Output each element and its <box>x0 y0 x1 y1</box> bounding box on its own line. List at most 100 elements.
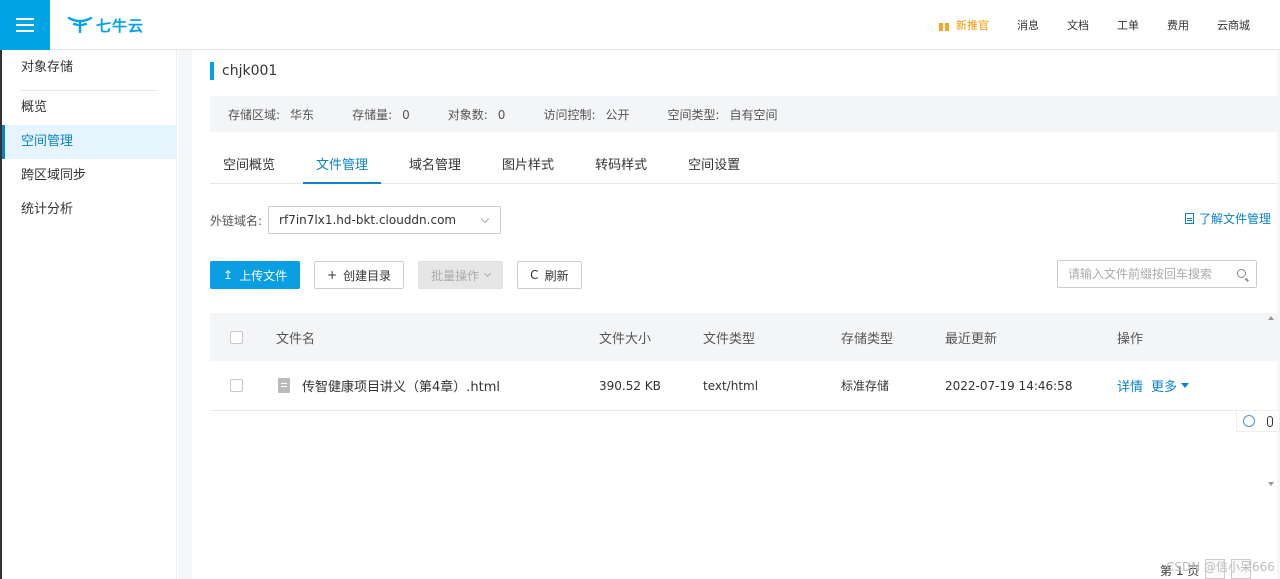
info-access: 访问控制: 公开 <box>543 106 629 123</box>
storage-type: 标准存储 <box>841 379 890 393</box>
info-type: 空间类型: 自有空间 <box>668 106 778 123</box>
last-updated: 2022-07-19 14:46:58 <box>945 378 1073 393</box>
bucket-name: chjk001 <box>222 63 278 79</box>
tab-image-styles[interactable]: 图片样式 <box>489 148 567 184</box>
refresh-icon: C <box>530 268 539 282</box>
more-link[interactable]: 更多 <box>1151 376 1177 395</box>
nav-new-promoter[interactable]: 新推官 <box>938 17 989 33</box>
row-select-cell <box>230 361 243 410</box>
search-icon[interactable] <box>1237 269 1246 278</box>
upload-icon: ↥ <box>223 268 234 282</box>
plus-icon: + <box>327 268 338 282</box>
bucket-title: chjk001 <box>210 62 277 80</box>
tab-domain-management[interactable]: 域名管理 <box>396 148 474 184</box>
create-directory-button[interactable]: + 创建目录 <box>314 261 405 289</box>
logo[interactable]: 七牛云 <box>66 14 144 36</box>
scroll-up-arrow[interactable] <box>1268 316 1274 320</box>
sidebar-item-overview[interactable]: 概览 <box>2 91 176 125</box>
info-value: 自有空间 <box>729 107 778 122</box>
create-directory-label: 创建目录 <box>343 268 392 283</box>
tab-bucket-settings[interactable]: 空间设置 <box>675 148 753 184</box>
logo-text: 七牛云 <box>96 16 145 35</box>
row-checkbox[interactable] <box>230 379 243 392</box>
info-label: 存储区域: <box>228 107 281 122</box>
qiniu-logo-icon <box>67 16 93 34</box>
refresh-label: 刷新 <box>544 268 569 283</box>
domain-select[interactable]: rf7in7lx1.hd-bkt.clouddn.com <box>268 206 502 234</box>
title-accent-bar <box>210 62 214 80</box>
info-value: 0 <box>497 107 506 122</box>
main-content: chjk001 存储区域: 华东 存储量: 0 对象数: 0 访问控制: 公开 空间类型… <box>178 50 1280 579</box>
bucket-info-bar: 存储区域: 华东 存储量: 0 对象数: 0 访问控制: 公开 空间类型: 自有空间 <box>210 96 1277 132</box>
file-name-cell[interactable]: 传智健康项目讲义（第4章）.html <box>278 361 500 410</box>
header-file-type: 文件类型 <box>703 331 756 347</box>
header-actions: 操作 <box>1117 331 1144 347</box>
nav-tickets[interactable]: 工单 <box>1117 17 1139 33</box>
file-icon <box>278 378 290 393</box>
header-file-size: 文件大小 <box>599 331 652 347</box>
learn-link-label: 了解文件管理 <box>1198 212 1271 226</box>
details-link[interactable]: 详情 <box>1117 376 1143 395</box>
nav-billing[interactable]: 费用 <box>1167 17 1189 33</box>
domain-row: 外链域名: rf7in7lx1.hd-bkt.clouddn.com <box>210 206 502 234</box>
translate-icon[interactable] <box>1243 415 1255 427</box>
info-label: 对象数: <box>447 107 488 122</box>
sidebar-item-cross-region-sync[interactable]: 跨区域同步 <box>2 159 176 193</box>
select-all-cell <box>230 313 243 361</box>
info-value: 华东 <box>290 107 315 122</box>
upload-label: 上传文件 <box>239 268 288 283</box>
microphone-icon[interactable] <box>1267 415 1273 427</box>
info-value: 公开 <box>605 107 630 122</box>
nav-marketplace[interactable]: 云商城 <box>1217 17 1250 33</box>
header-storage-type: 存储类型 <box>841 331 894 347</box>
hamburger-icon <box>16 18 34 32</box>
info-value: 0 <box>402 107 410 122</box>
info-region: 存储区域: 华东 <box>228 106 314 123</box>
file-name: 传智健康项目讲义（第4章）.html <box>302 380 501 395</box>
actions-cell: 详情 更多 <box>1117 361 1190 410</box>
sidebar: 对象存储 概览 空间管理 跨区域同步 统计分析 <box>2 50 177 579</box>
file-search-box <box>1057 260 1257 288</box>
caret-down-icon[interactable] <box>1181 383 1190 388</box>
scroll-down-arrow[interactable] <box>1268 482 1274 486</box>
file-search-input[interactable] <box>1068 267 1228 281</box>
batch-operations-button[interactable]: 批量操作 <box>418 261 504 289</box>
table-header: 文件名 文件大小 文件类型 存储类型 最近更新 操作 <box>210 313 1277 361</box>
table-row: 传智健康项目讲义（第4章）.html 390.52 KB text/html 标… <box>210 361 1262 411</box>
menu-button[interactable] <box>0 0 50 50</box>
tab-transcode-styles[interactable]: 转码样式 <box>582 148 660 184</box>
sidebar-item-statistics[interactable]: 统计分析 <box>2 193 176 227</box>
file-type: text/html <box>703 378 759 393</box>
info-storage: 存储量: 0 <box>352 106 410 123</box>
select-all-checkbox[interactable] <box>230 330 243 344</box>
learn-file-management-link[interactable]: 了解文件管理 <box>1184 210 1271 227</box>
file-size: 390.52 KB <box>599 378 661 393</box>
chevron-down-icon <box>484 269 492 278</box>
nav-messages[interactable]: 消息 <box>1017 17 1039 33</box>
batch-label: 批量操作 <box>431 268 480 283</box>
tab-file-management[interactable]: 文件管理 <box>303 148 382 184</box>
info-label: 存储量: <box>352 107 393 122</box>
upload-button[interactable]: ↥ 上传文件 <box>210 261 301 289</box>
header-last-updated: 最近更新 <box>945 331 998 347</box>
file-toolbar: ↥ 上传文件 + 创建目录 批量操作 C 刷新 <box>210 261 596 289</box>
floating-tools <box>1236 410 1280 432</box>
chevron-down-icon <box>480 214 490 224</box>
gift-icon <box>938 19 950 31</box>
info-objects: 对象数: 0 <box>448 106 506 123</box>
bucket-tabs: 空间概览 文件管理 域名管理 图片样式 转码样式 空间设置 <box>210 148 1277 184</box>
sidebar-section-title[interactable]: 对象存储 <box>2 50 176 86</box>
info-label: 访问控制: <box>543 107 596 122</box>
nav-label: 新推官 <box>956 19 989 32</box>
sidebar-item-bucket-management[interactable]: 空间管理 <box>2 125 176 159</box>
refresh-button[interactable]: C 刷新 <box>517 261 582 289</box>
top-nav: 新推官 消息 文档 工单 费用 云商城 <box>910 0 1250 50</box>
domain-label: 外链域名: <box>210 213 263 228</box>
watermark: CSDN @信小呆666 <box>1166 560 1275 574</box>
domain-value: rf7in7lx1.hd-bkt.clouddn.com <box>279 213 457 227</box>
nav-docs[interactable]: 文档 <box>1067 17 1089 33</box>
tab-overview[interactable]: 空间概览 <box>210 148 288 184</box>
top-bar: 七牛云 新推官 消息 文档 工单 费用 云商城 <box>0 0 1280 50</box>
bucket-panel: chjk001 存储区域: 华东 存储量: 0 对象数: 0 访问控制: 公开 空间类型… <box>192 50 1277 579</box>
document-icon <box>1184 213 1194 224</box>
